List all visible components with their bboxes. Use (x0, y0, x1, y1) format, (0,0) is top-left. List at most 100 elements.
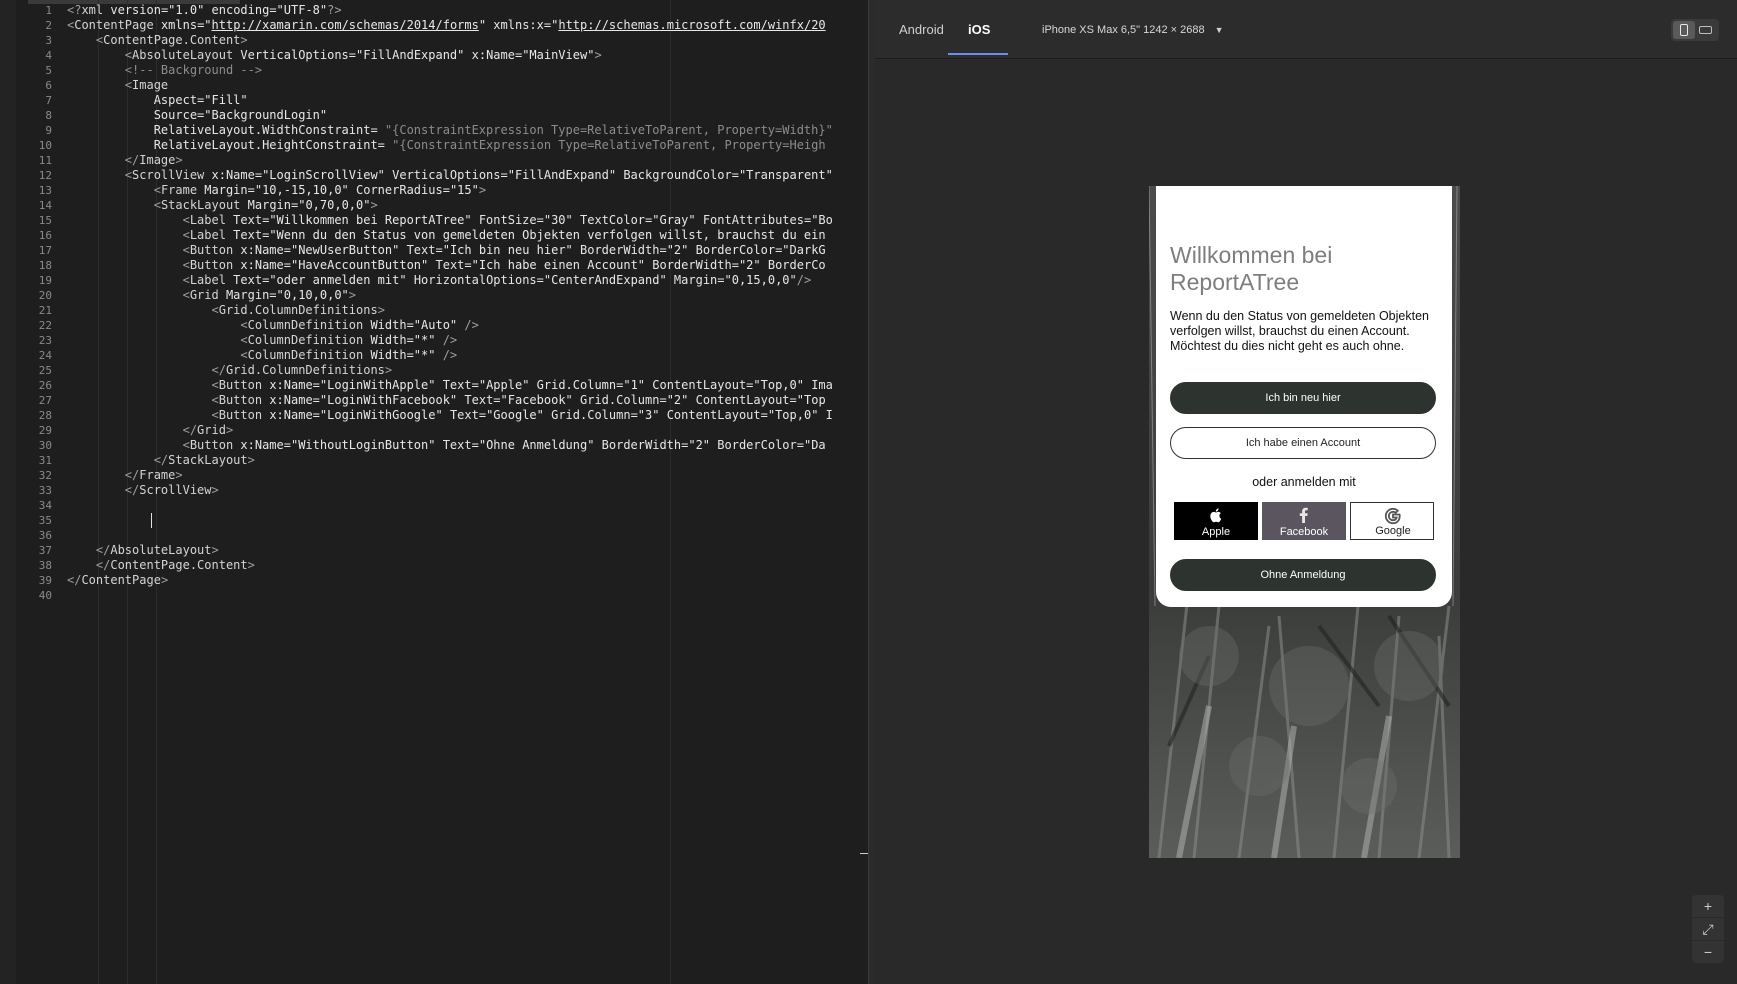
code-line: 20 <Grid Margin="0,10,0,0"> (0, 288, 868, 303)
line-number: 21 (38, 304, 52, 317)
login-with-google-button[interactable]: Google (1350, 502, 1434, 540)
apple-icon (1210, 508, 1222, 523)
line-number: 22 (38, 319, 52, 332)
line-number: 36 (38, 529, 52, 542)
code-line: 35 (0, 513, 868, 528)
line-number: 40 (38, 589, 52, 602)
code-text: Source="BackgroundLogin" (153, 108, 328, 122)
code-text: </Grid.ColumnDefinitions> (211, 363, 393, 377)
code-line: 40 (0, 588, 868, 603)
description-text: Wenn du den Status von gemeldeten Objekt… (1170, 309, 1429, 353)
without-login-button[interactable]: Ohne Anmeldung (1170, 559, 1436, 591)
login-with-apple-button[interactable]: Apple (1174, 502, 1258, 540)
zoom-fit-button[interactable]: ⤢ (1692, 918, 1724, 940)
code-line: 12 <ScrollView x:Name="LoginScrollView" … (0, 168, 868, 183)
code-line: 38 </ContentPage.Content> (0, 558, 868, 573)
active-tab-indicator (948, 53, 1008, 55)
code-text: <Label Text="Wenn du den Status von geme… (182, 228, 826, 242)
code-text: </Grid> (182, 423, 234, 437)
text-cursor (151, 513, 152, 528)
code-text: <Image (124, 78, 169, 92)
code-text: <Button x:Name="WithoutLoginButton" Text… (182, 438, 826, 452)
portrait-icon (1680, 24, 1688, 36)
landscape-button[interactable] (1695, 21, 1717, 39)
login-card: Willkommen bei ReportATree Wenn du den S… (1156, 186, 1452, 607)
landscape-icon (1699, 26, 1712, 34)
code-line: 7 Aspect="Fill" (0, 93, 868, 108)
code-text: <Label Text="oder anmelden mit" Horizont… (182, 273, 812, 287)
line-number: 2 (45, 19, 52, 32)
code-line: 5 <!-- Background --> (0, 63, 868, 78)
line-number: 14 (38, 199, 52, 212)
code-text: <ColumnDefinition Width="Auto" /> (240, 318, 479, 332)
tab-ios[interactable]: iOS (968, 22, 990, 37)
code-text: <Label Text="Willkommen bei ReportATree"… (182, 213, 833, 227)
code-line: 2 <ContentPage xmlns="http://xamarin.com/… (0, 18, 868, 33)
zoom-out-button[interactable]: − (1692, 941, 1724, 963)
code-line: 39 </ContentPage> (0, 573, 868, 588)
code-text: <StackLayout Margin="0,70,0,0"> (153, 198, 378, 212)
code-text: </AbsoluteLayout> (95, 543, 219, 557)
code-line: 21 <Grid.ColumnDefinitions> (0, 303, 868, 318)
code-line: 16 <Label Text="Wenn du den Status von g… (0, 228, 868, 243)
code-line: 25 </Grid.ColumnDefinitions> (0, 363, 868, 378)
code-line: 28 <Button x:Name="LoginWithGoogle" Text… (0, 408, 868, 423)
code-editor[interactable]: 1 <?xml version="1.0" encoding="UTF-8"?> 2… (0, 0, 868, 984)
code-text: RelativeLayout.WidthConstraint= "{Constr… (153, 123, 833, 137)
code-line: 10 RelativeLayout.HeightConstraint= "{Co… (0, 138, 868, 153)
code-text: <ScrollView x:Name="LoginScrollView" Ver… (124, 168, 833, 182)
code-text: <ColumnDefinition Width="*" /> (240, 348, 458, 362)
zoom-in-button[interactable]: + (1692, 895, 1724, 917)
new-user-button[interactable]: Ich bin neu hier (1170, 382, 1436, 414)
portrait-button[interactable] (1673, 21, 1695, 39)
line-number: 24 (38, 349, 52, 362)
line-number: 23 (38, 334, 52, 347)
line-number: 7 (45, 94, 52, 107)
code-text: <ContentPage.Content> (95, 33, 248, 47)
line-number: 1 (45, 4, 52, 17)
line-number: 20 (38, 289, 52, 302)
line-number: 15 (38, 214, 52, 227)
login-with-facebook-button[interactable]: Facebook (1262, 502, 1346, 540)
line-number: 27 (38, 394, 52, 407)
code-line: 1 <?xml version="1.0" encoding="UTF-8"?> (0, 3, 868, 18)
code-line: 9 RelativeLayout.WidthConstraint= "{Cons… (0, 123, 868, 138)
line-number: 32 (38, 469, 52, 482)
line-number: 35 (38, 514, 52, 527)
code-text: </ScrollView> (124, 483, 219, 497)
code-text: <Button x:Name="NewUserButton" Text="Ich… (182, 243, 826, 257)
code-line: 33 </ScrollView> (0, 483, 868, 498)
tab-android[interactable]: Android (899, 22, 944, 37)
code-line: 22 <ColumnDefinition Width="Auto" /> (0, 318, 868, 333)
device-selector[interactable]: iPhone XS Max 6,5" 1242 × 2688 ▼ (1042, 24, 1224, 36)
code-line: 31 </StackLayout> (0, 453, 868, 468)
code-line: 17 <Button x:Name="NewUserButton" Text="… (0, 243, 868, 258)
code-text: <Grid Margin="0,10,0,0"> (182, 288, 357, 302)
code-line: 23 <ColumnDefinition Width="*" /> (0, 333, 868, 348)
code-line: 30 <Button x:Name="WithoutLoginButton" T… (0, 438, 868, 453)
pane-splitter[interactable] (868, 0, 875, 984)
facebook-button-label: Facebook (1279, 526, 1329, 538)
line-number: 6 (45, 79, 52, 92)
code-line: 14 <StackLayout Margin="0,70,0,0"> (0, 198, 868, 213)
code-text: <Button x:Name="HaveAccountButton" Text=… (182, 258, 826, 272)
code-text: <AbsoluteLayout VerticalOptions="FillAnd… (124, 48, 602, 62)
have-account-button[interactable]: Ich habe einen Account (1170, 427, 1436, 459)
scroll-marker[interactable] (860, 853, 868, 854)
code-text: <Button x:Name="LoginWithFacebook" Text=… (211, 393, 826, 407)
code-line: 4 <AbsoluteLayout VerticalOptions="FillA… (0, 48, 868, 63)
google-button-label: Google (1375, 525, 1411, 537)
code-line: 24 <ColumnDefinition Width="*" /> (0, 348, 868, 363)
line-number: 19 (38, 274, 52, 287)
code-line: 3 <ContentPage.Content> (0, 33, 868, 48)
code-line: 13 <Frame Margin="10,-15,10,0" CornerRad… (0, 183, 868, 198)
line-number: 18 (38, 259, 52, 272)
google-icon (1384, 507, 1401, 525)
line-number: 26 (38, 379, 52, 392)
code-line: 32 </Frame> (0, 468, 868, 483)
line-number: 34 (38, 499, 52, 512)
code-line: 11 </Image> (0, 153, 868, 168)
code-text: </StackLayout> (153, 453, 255, 467)
line-number: 25 (38, 364, 52, 377)
code-text: </Image> (124, 153, 183, 167)
